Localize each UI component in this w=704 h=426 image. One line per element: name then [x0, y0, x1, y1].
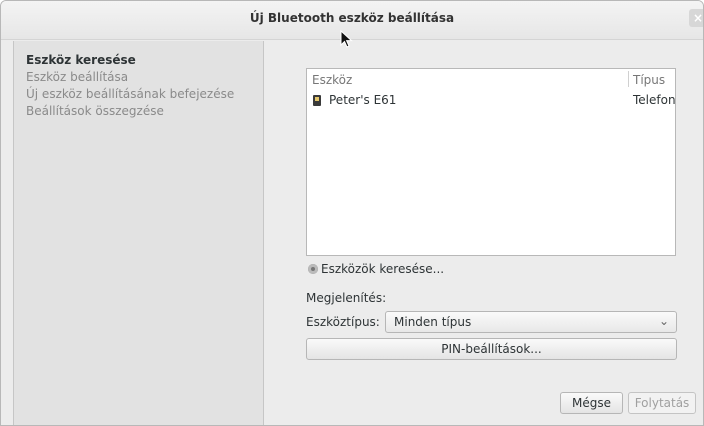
- step-device-setup: Eszköz beállítása: [26, 70, 129, 84]
- step-summary: Beállítások összegzése: [26, 104, 164, 118]
- pin-settings-button[interactable]: PIN-beállítások...: [306, 338, 677, 360]
- window-title: Új Bluetooth eszköz beállítása: [249, 11, 455, 25]
- spinner-icon: [308, 264, 318, 274]
- wizard-steps-sidebar: Eszköz keresése Eszköz beállítása Új esz…: [13, 41, 264, 425]
- continue-button[interactable]: Folytatás: [628, 392, 696, 414]
- device-type-label: Eszköztípus:: [306, 315, 380, 329]
- column-header-type[interactable]: Típus: [633, 73, 665, 87]
- phone-icon: [313, 95, 321, 106]
- device-row-type[interactable]: Telefon: [633, 93, 676, 107]
- device-type-selected: Minden típus: [394, 315, 472, 329]
- column-separator: [628, 71, 629, 87]
- close-button[interactable]: ×: [689, 9, 703, 27]
- device-type-dropdown[interactable]: Minden típus ⌄: [385, 311, 677, 333]
- device-list[interactable]: Eszköz Típus Peter's E61 Telefon: [306, 68, 676, 256]
- chevron-down-icon: ⌄: [658, 314, 669, 328]
- device-row-name[interactable]: Peter's E61: [329, 93, 396, 107]
- search-status-text: Eszközök keresése...: [321, 262, 445, 276]
- cancel-button[interactable]: Mégse: [560, 392, 623, 414]
- mouse-cursor-icon: [340, 30, 353, 48]
- step-device-search: Eszköz keresése: [26, 53, 136, 67]
- step-finish-setup: Új eszköz beállításának befejezése: [26, 87, 235, 101]
- column-header-device[interactable]: Eszköz: [312, 73, 352, 87]
- display-heading: Megjelenítés:: [306, 291, 387, 305]
